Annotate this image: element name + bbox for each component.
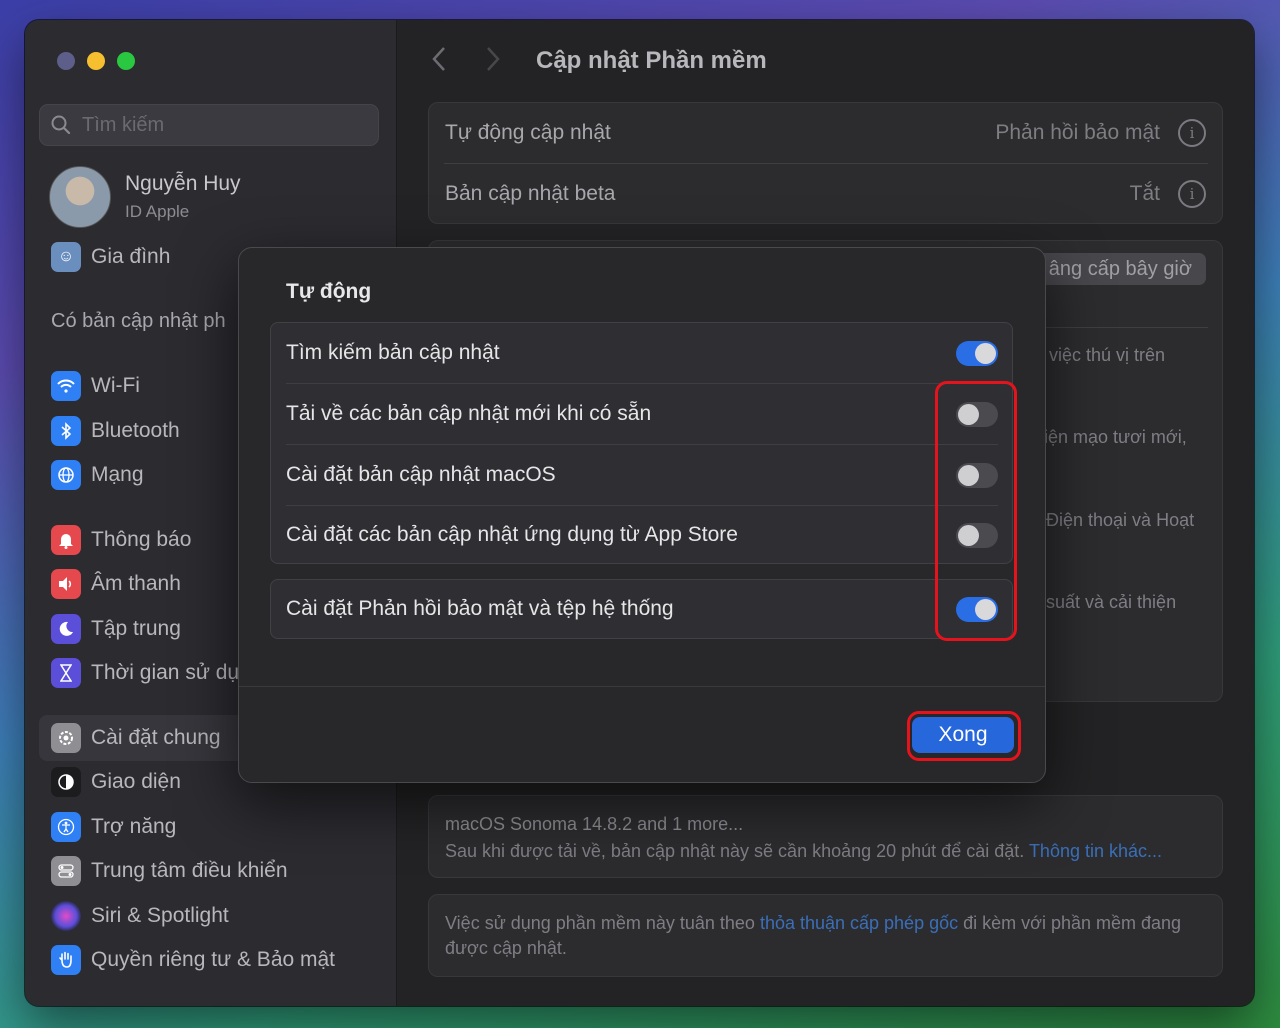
upgrade-now-button[interactable]: âng cấp bây giờ: [1034, 253, 1206, 285]
chevron-right-icon: [487, 47, 500, 71]
sidebar-item-label: Quyền riêng tư & Bảo mật: [91, 948, 336, 971]
back-button[interactable]: [431, 46, 447, 80]
wifi-icon: [51, 371, 81, 401]
apple-id-profile[interactable]: Nguyễn Huy ID Apple: [49, 166, 241, 228]
sidebar-item-label: Giao diện: [91, 770, 181, 793]
annotation-highlight-done: [907, 711, 1021, 761]
speaker-icon: [51, 569, 81, 599]
auto-update-row[interactable]: Tự động cập nhật Phản hồi bảo mật i: [445, 103, 1206, 163]
license-panel: Việc sử dụng phần mềm này tuân theo thỏa…: [428, 894, 1223, 977]
chevron-left-icon: [432, 47, 445, 71]
page-title: Cập nhật Phần mềm: [536, 47, 767, 74]
license-text-line2: được cập nhật.: [445, 938, 567, 958]
family-icon: ☺: [51, 242, 81, 272]
minimize-window-button[interactable]: [87, 52, 105, 70]
appearance-icon: [51, 767, 81, 797]
accessibility-icon: [51, 812, 81, 842]
sidebar-item-label: Trung tâm điều khiển: [91, 859, 288, 882]
dialog-title: Tự động: [286, 280, 372, 303]
sidebar-item-screen-time[interactable]: Thời gian sử dụ: [51, 658, 239, 688]
sidebar-item-family[interactable]: ☺ Gia đình: [51, 242, 170, 272]
option-check-updates: Tìm kiếm bản cập nhật: [286, 323, 998, 383]
security-responses-group: Cài đặt Phản hồi bảo mật và tệp hệ thống: [270, 579, 1013, 639]
update-settings-panel: Tự động cập nhật Phản hồi bảo mật i Bản …: [428, 102, 1223, 224]
option-label: Cài đặt các bản cập nhật ứng dụng từ App…: [286, 523, 738, 546]
available-update-panel: macOS Sonoma 14.8.2 and 1 more... Sau kh…: [428, 795, 1223, 878]
search-input[interactable]: [80, 112, 364, 138]
option-label: Tải về các bản cập nhật mới khi có sẵn: [286, 402, 652, 425]
sidebar-item-notifications[interactable]: Thông báo: [51, 525, 191, 555]
option-download-updates: Tải về các bản cập nhật mới khi có sẵn: [286, 384, 998, 444]
sidebar-item-focus[interactable]: Tập trung: [51, 614, 181, 644]
sidebar-item-wifi[interactable]: Wi-Fi: [51, 371, 140, 401]
beta-update-row[interactable]: Bản cập nhật beta Tắt i: [445, 164, 1206, 224]
auto-update-label: Tự động cập nhật: [445, 121, 611, 144]
beta-update-label: Bản cập nhật beta: [445, 182, 616, 205]
hourglass-icon: [51, 658, 81, 688]
bell-icon: [51, 525, 81, 555]
sidebar-item-label: Tập trung: [91, 617, 181, 640]
sidebar-item-appearance[interactable]: Giao diện: [51, 767, 181, 797]
update-options-group: Tìm kiếm bản cập nhật Tải về các bản cập…: [270, 322, 1013, 564]
update-description: Sau khi được tải về, bản cập nhật này sẽ…: [445, 841, 1163, 861]
sidebar-item-label: Thời gian sử dụ: [91, 661, 240, 684]
sidebar-item-label: Wi-Fi: [91, 374, 140, 397]
window-controls: [57, 52, 135, 70]
sidebar-item-accessibility[interactable]: Trợ năng: [51, 812, 176, 842]
option-security-responses: Cài đặt Phản hồi bảo mật và tệp hệ thống: [286, 580, 998, 638]
option-label: Cài đặt Phản hồi bảo mật và tệp hệ thống: [286, 597, 674, 620]
moon-icon: [51, 614, 81, 644]
profile-name: Nguyễn Huy: [125, 172, 241, 195]
sidebar-item-privacy-security[interactable]: Quyền riêng tư & Bảo mật: [51, 945, 335, 975]
sidebar-item-general[interactable]: Cài đặt chung: [51, 723, 221, 753]
sidebar-item-sound[interactable]: Âm thanh: [51, 569, 181, 599]
sidebar-item-label: Thông báo: [91, 528, 192, 551]
check-updates-toggle[interactable]: [956, 340, 998, 366]
sidebar-item-control-center[interactable]: Trung tâm điều khiển: [51, 856, 288, 886]
option-label: Tìm kiếm bản cập nhật: [286, 341, 500, 364]
info-icon[interactable]: i: [1178, 180, 1206, 208]
automatic-updates-dialog: Tự động Tìm kiếm bản cập nhật Tải về các…: [238, 247, 1046, 783]
info-icon[interactable]: i: [1178, 119, 1206, 147]
sidebar-item-label: Trợ năng: [91, 815, 177, 838]
sidebar-item-label: Cài đặt chung: [91, 726, 221, 749]
option-install-macos-updates: Cài đặt bản cập nhật macOS: [286, 445, 998, 505]
control-center-icon: [51, 856, 81, 886]
search-field[interactable]: [39, 104, 379, 146]
upgrade-description-line: iện mạo tươi mới,: [1044, 427, 1187, 447]
sidebar-item-siri-spotlight[interactable]: Siri & Spotlight: [51, 901, 229, 931]
sidebar-item-label: Siri & Spotlight: [91, 904, 229, 927]
license-agreement-link[interactable]: thỏa thuận cấp phép gốc: [760, 913, 958, 933]
zoom-window-button[interactable]: [117, 52, 135, 70]
beta-update-value: Tắt: [1129, 182, 1160, 205]
profile-subtitle: ID Apple: [125, 202, 190, 221]
upgrade-description-line: suất và cải thiện: [1046, 592, 1177, 612]
forward-button[interactable]: [485, 46, 501, 80]
sidebar-item-label: Bluetooth: [91, 419, 180, 442]
sidebar-item-network[interactable]: Mạng: [51, 460, 144, 490]
auto-update-value: Phản hồi bảo mật: [995, 121, 1160, 144]
close-window-button[interactable]: [57, 52, 75, 70]
sidebar-item-label: Mạng: [91, 463, 144, 486]
more-info-link[interactable]: Thông tin khác...: [1029, 841, 1162, 861]
sidebar-item-label: Âm thanh: [91, 572, 181, 595]
hand-icon: [51, 945, 81, 975]
bluetooth-icon: [51, 416, 81, 446]
software-update-available-heading[interactable]: Có bản cập nhật ph: [51, 310, 226, 333]
sidebar-item-label: Gia đình: [91, 245, 171, 268]
globe-icon: [51, 460, 81, 490]
upgrade-description-line: Điện thoại và Hoạt: [1046, 510, 1195, 530]
avatar: [49, 166, 111, 228]
gear-icon: [51, 723, 81, 753]
annotation-highlight-toggles: [935, 381, 1017, 641]
upgrade-description-line: việc thú vị trên: [1049, 345, 1166, 365]
siri-icon: [51, 901, 81, 931]
search-icon: [51, 115, 71, 135]
update-name: macOS Sonoma 14.8.2 and 1 more...: [445, 814, 744, 834]
option-label: Cài đặt bản cập nhật macOS: [286, 463, 556, 486]
option-install-app-store-updates: Cài đặt các bản cập nhật ứng dụng từ App…: [286, 506, 998, 564]
license-text: Việc sử dụng phần mềm này tuân theo thỏa…: [445, 913, 1182, 933]
sidebar-item-bluetooth[interactable]: Bluetooth: [51, 416, 180, 446]
